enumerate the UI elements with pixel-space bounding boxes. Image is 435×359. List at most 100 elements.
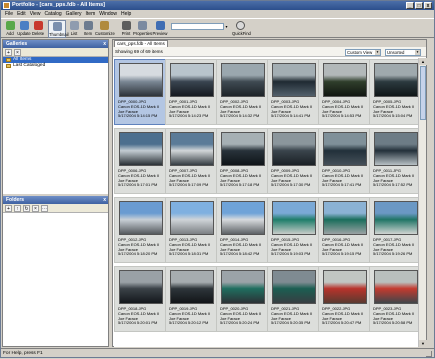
car-photo-thumbnail [170,132,214,166]
update-button[interactable]: Update [17,20,31,38]
thumbnail-item[interactable]: DPP_0012.JPG Canon EOS-1D Mark II Joe Fara… [114,197,166,263]
thumbnail-item[interactable]: DPP_0003.JPG Canon EOS-1D Mark II Joe Fara… [267,59,319,125]
date-label: 5/17/2004 5:18:20 PM [118,252,158,257]
resize-grip-icon[interactable] [426,351,432,357]
galleries-close-icon[interactable]: x [103,40,106,48]
menu-item[interactable]: Item [86,10,96,18]
view-select[interactable]: Custom View ▾ [345,49,381,56]
thumbnail-item[interactable]: DPP_0018.JPG Canon EOS-1D Mark II Joe Fara… [114,266,166,332]
car-photo-thumbnail [170,63,214,97]
list-view-button[interactable]: List [67,20,81,38]
maximize-button[interactable]: □ [415,2,423,9]
thumbnail-item[interactable]: DPP_0021.JPG Canon EOS-1D Mark II Joe Fara… [267,266,319,332]
thumbnail-item[interactable]: DPP_0014.JPG Canon EOS-1D Mark II Joe Fara… [216,197,268,263]
thumbnail-item[interactable]: DPP_0006.JPG Canon EOS-1D Mark II Joe Fara… [114,128,166,194]
vertical-scrollbar[interactable]: ▲ ▼ [418,58,427,347]
car-photo-thumbnail [323,201,367,235]
thumbnail-item[interactable]: DPP_0015.JPG Canon EOS-1D Mark II Joe Fara… [267,197,319,263]
folders-title: Folders [6,197,25,203]
folders-close-icon[interactable]: x [103,196,106,204]
thumbnail-item[interactable]: DPP_0020.JPG Canon EOS-1D Mark II Joe Fara… [216,266,268,332]
car-photo-thumbnail [119,63,163,97]
thumbnail-item[interactable]: DPP_0008.JPG Canon EOS-1D Mark II Joe Fara… [216,128,268,194]
thumbnail-item[interactable]: DPP_0017.JPG Canon EOS-1D Mark II Joe Fara… [369,197,418,263]
thumbnail-item[interactable]: DPP_0019.JPG Canon EOS-1D Mark II Joe Fara… [165,266,217,332]
thumbnail-view-button[interactable]: Thumbnail [48,20,69,38]
date-label: 5/17/2004 5:17:41 PM [322,183,362,188]
car-photo-thumbnail [374,270,418,304]
car-photo-thumbnail [119,270,163,304]
menu-window[interactable]: Window [99,10,117,18]
delete-button[interactable]: Delete [31,20,45,38]
thumbnail-item[interactable]: DPP_0005.JPG Canon EOS-1D Mark II Joe Fara… [369,59,418,125]
properties-button[interactable]: Properties [133,20,152,38]
thumbnail-item[interactable]: DPP_0001.JPG Canon EOS-1D Mark II Joe Fara… [165,59,217,125]
date-label: 5/17/2004 5:17:01 PM [118,183,158,188]
folders-tools: + ↑ ↻ × ⋯ [3,204,108,213]
thumbnail-item[interactable]: DPP_0000.JPG Canon EOS-1D Mark II Joe Fara… [114,59,166,125]
minimize-button[interactable]: _ [406,2,414,9]
date-label: 5/17/2004 5:17:09 PM [169,183,209,188]
new-gallery-icon[interactable]: + [5,49,12,56]
quickfind-button[interactable]: QuickFind [232,20,251,38]
close-button[interactable]: x [424,2,432,9]
menu-catalog[interactable]: Catalog [44,10,61,18]
gallery-item-last-cataloged[interactable]: Last Cataloged [3,63,108,69]
scroll-down-icon[interactable]: ▼ [419,340,427,347]
sort-select[interactable]: Unsorted ▾ [385,49,421,56]
thumbnail-item[interactable]: DPP_0013.JPG Canon EOS-1D Mark II Joe Fara… [165,197,217,263]
folder-options-icon[interactable]: ⋯ [41,205,48,212]
menu-view[interactable]: View [30,10,41,18]
scroll-up-icon[interactable]: ▲ [419,58,427,65]
item-view-button[interactable]: Item [81,20,95,38]
menu-gallery[interactable]: Gallery [66,10,82,18]
date-label: 5/17/2004 5:19:03 PM [271,252,311,257]
car-photo-thumbnail [374,63,418,97]
quickfind-input[interactable] [171,23,229,30]
add-button[interactable]: Add [3,20,17,38]
window-title: Portfolio - [cars_pps.fdb - All Items] [12,2,105,8]
car-photo-thumbnail [221,132,265,166]
thumbnail-item[interactable]: DPP_0022.JPG Canon EOS-1D Mark II Joe Fara… [318,266,370,332]
thumbnail-item[interactable]: DPP_0004.JPG Canon EOS-1D Mark II Joe Fara… [318,59,370,125]
date-label: 5/17/2004 5:19:15 PM [322,252,362,257]
car-photo-thumbnail [221,63,265,97]
menu-file[interactable]: File [5,10,13,18]
thumbnail-item[interactable]: DPP_0007.JPG Canon EOS-1D Mark II Joe Fara… [165,128,217,194]
delete-icon [33,21,43,30]
print-button[interactable]: Print [119,20,133,38]
catalog-info-bar: Showing 69 of 69 items Custom View ▾ Unso… [113,47,426,57]
date-label: 5/17/2004 5:14:53 PM [322,114,362,119]
galleries-header: Galleries x [3,40,108,48]
car-photo-thumbnail [323,63,367,97]
catalog-tab[interactable]: cars_pps.fdb - All Items [114,40,168,47]
customize-icon [99,21,109,30]
preview-icon [155,21,165,30]
menu-edit[interactable]: Edit [17,10,26,18]
preview-button[interactable]: Preview [152,20,168,38]
thumbnail-item[interactable]: DPP_0010.JPG Canon EOS-1D Mark II Joe Fara… [318,128,370,194]
title-bar: Portfolio - [cars_pps.fdb - All Items] _… [1,1,434,10]
date-label: 5/17/2004 5:18:42 PM [220,252,260,257]
customize-button[interactable]: Customize [95,20,115,38]
toolbar: Add Update Delete Thumbnail List Item Cu… [1,18,434,38]
scroll-thumb[interactable] [420,66,426,120]
add-icon [5,21,15,30]
new-folder-icon[interactable]: + [5,205,12,212]
gallery-icon [6,58,11,62]
date-label: 5/17/2004 5:19:26 PM [373,252,413,257]
thumbnail-view-icon [52,22,62,31]
delete-folder-icon[interactable]: × [32,205,39,212]
catalog-panel: cars_pps.fdb - All Items Showing 69 of 6… [112,39,427,347]
menu-help[interactable]: Help [121,10,131,18]
catalog-tab-strip: cars_pps.fdb - All Items [113,40,426,47]
thumbnail-item[interactable]: DPP_0011.JPG Canon EOS-1D Mark II Joe Fara… [369,128,418,194]
thumbnail-item[interactable]: DPP_0009.JPG Canon EOS-1D Mark II Joe Fara… [267,128,319,194]
thumbnail-item[interactable]: DPP_0016.JPG Canon EOS-1D Mark II Joe Fara… [318,197,370,263]
thumbnail-item[interactable]: DPP_0002.JPG Canon EOS-1D Mark II Joe Fara… [216,59,268,125]
folder-up-icon[interactable]: ↑ [14,205,21,212]
quickfind-dropdown[interactable]: ▾ [223,23,229,30]
thumbnail-item[interactable]: DPP_0023.JPG Canon EOS-1D Mark II Joe Fara… [369,266,418,332]
delete-gallery-icon[interactable]: × [14,49,21,56]
refresh-folder-icon[interactable]: ↻ [23,205,30,212]
